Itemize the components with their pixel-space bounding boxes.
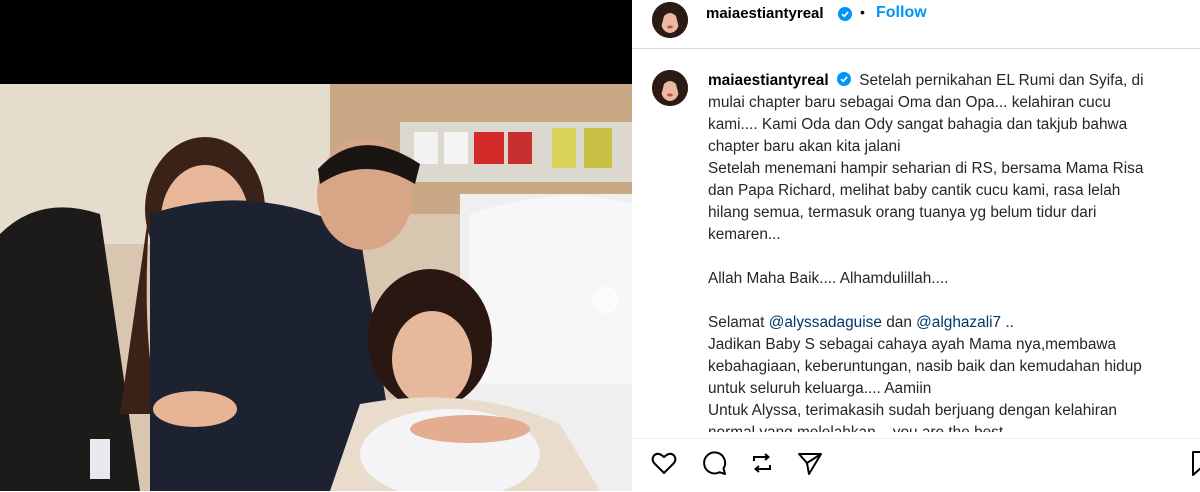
verified-badge-icon — [836, 72, 851, 86]
post-panel: maiaestiantyreal • Follow maiaestiantyre… — [632, 0, 1200, 491]
share-icon[interactable] — [796, 449, 824, 477]
caption-line: untuk seluruh keluarga.... Aamiin — [708, 380, 932, 397]
username[interactable]: maiaestiantyreal — [706, 5, 824, 22]
caption-line: Jadikan Baby S sebagai cahaya ayah Mama … — [708, 336, 1117, 353]
verified-badge-icon — [838, 7, 852, 21]
caption-line: normal yang melelahkan... you are the be… — [708, 422, 1188, 432]
carousel-indicator-icon[interactable] — [592, 287, 618, 313]
post-header: maiaestiantyreal • Follow — [632, 0, 1200, 49]
comment-icon[interactable] — [700, 449, 728, 477]
caption-text: .. — [1001, 314, 1014, 331]
caption-text: Setelah pernikahan EL Rumi dan Syifa, di — [859, 72, 1144, 89]
post-media — [0, 0, 632, 491]
post-caption: maiaestiantyreal Setelah pernikahan EL R… — [708, 70, 1188, 432]
bookmark-icon[interactable] — [1188, 449, 1200, 477]
follow-button[interactable]: Follow — [876, 4, 927, 22]
separator-dot: • — [860, 4, 865, 20]
caption-line: chapter baru akan kita jalani — [708, 138, 901, 155]
caption-line: hilang semua, termasuk orang tuanya yg b… — [708, 204, 1097, 221]
heart-icon[interactable] — [650, 449, 678, 477]
repost-icon[interactable] — [748, 449, 776, 477]
caption-avatar[interactable] — [652, 70, 688, 106]
caption-line: dan Papa Richard, melihat baby cantik cu… — [708, 182, 1121, 199]
caption-text: dan — [881, 314, 917, 331]
mention-link[interactable]: @alghazali7 — [916, 314, 1001, 331]
avatar[interactable] — [652, 2, 688, 38]
action-bar — [632, 438, 1200, 492]
caption-line: Selamat @alyssadaguise dan @alghazali7 .… — [708, 312, 1188, 334]
caption-text: Selamat — [708, 314, 769, 331]
caption-username[interactable]: maiaestiantyreal — [708, 72, 829, 89]
caption-line: Untuk Alyssa, terimakasih sudah berjuang… — [708, 402, 1117, 419]
caption-line: Setelah menemani hampir seharian di RS, … — [708, 160, 1144, 177]
post-photo — [0, 84, 632, 491]
caption-line: kami.... Kami Oda dan Ody sangat bahagia… — [708, 116, 1128, 133]
caption-line: mulai chapter baru sebagai Oma dan Opa..… — [708, 94, 1111, 111]
caption-line: maiaestiantyreal Setelah pernikahan EL R… — [708, 70, 1188, 92]
caption-line: kebahagiaan, keberuntungan, nasib baik d… — [708, 358, 1142, 375]
caption-line: kemaren... — [708, 226, 781, 243]
caption-line: Allah Maha Baik.... Alhamdulillah.... — [708, 270, 949, 287]
mention-link[interactable]: @alyssadaguise — [769, 314, 882, 331]
